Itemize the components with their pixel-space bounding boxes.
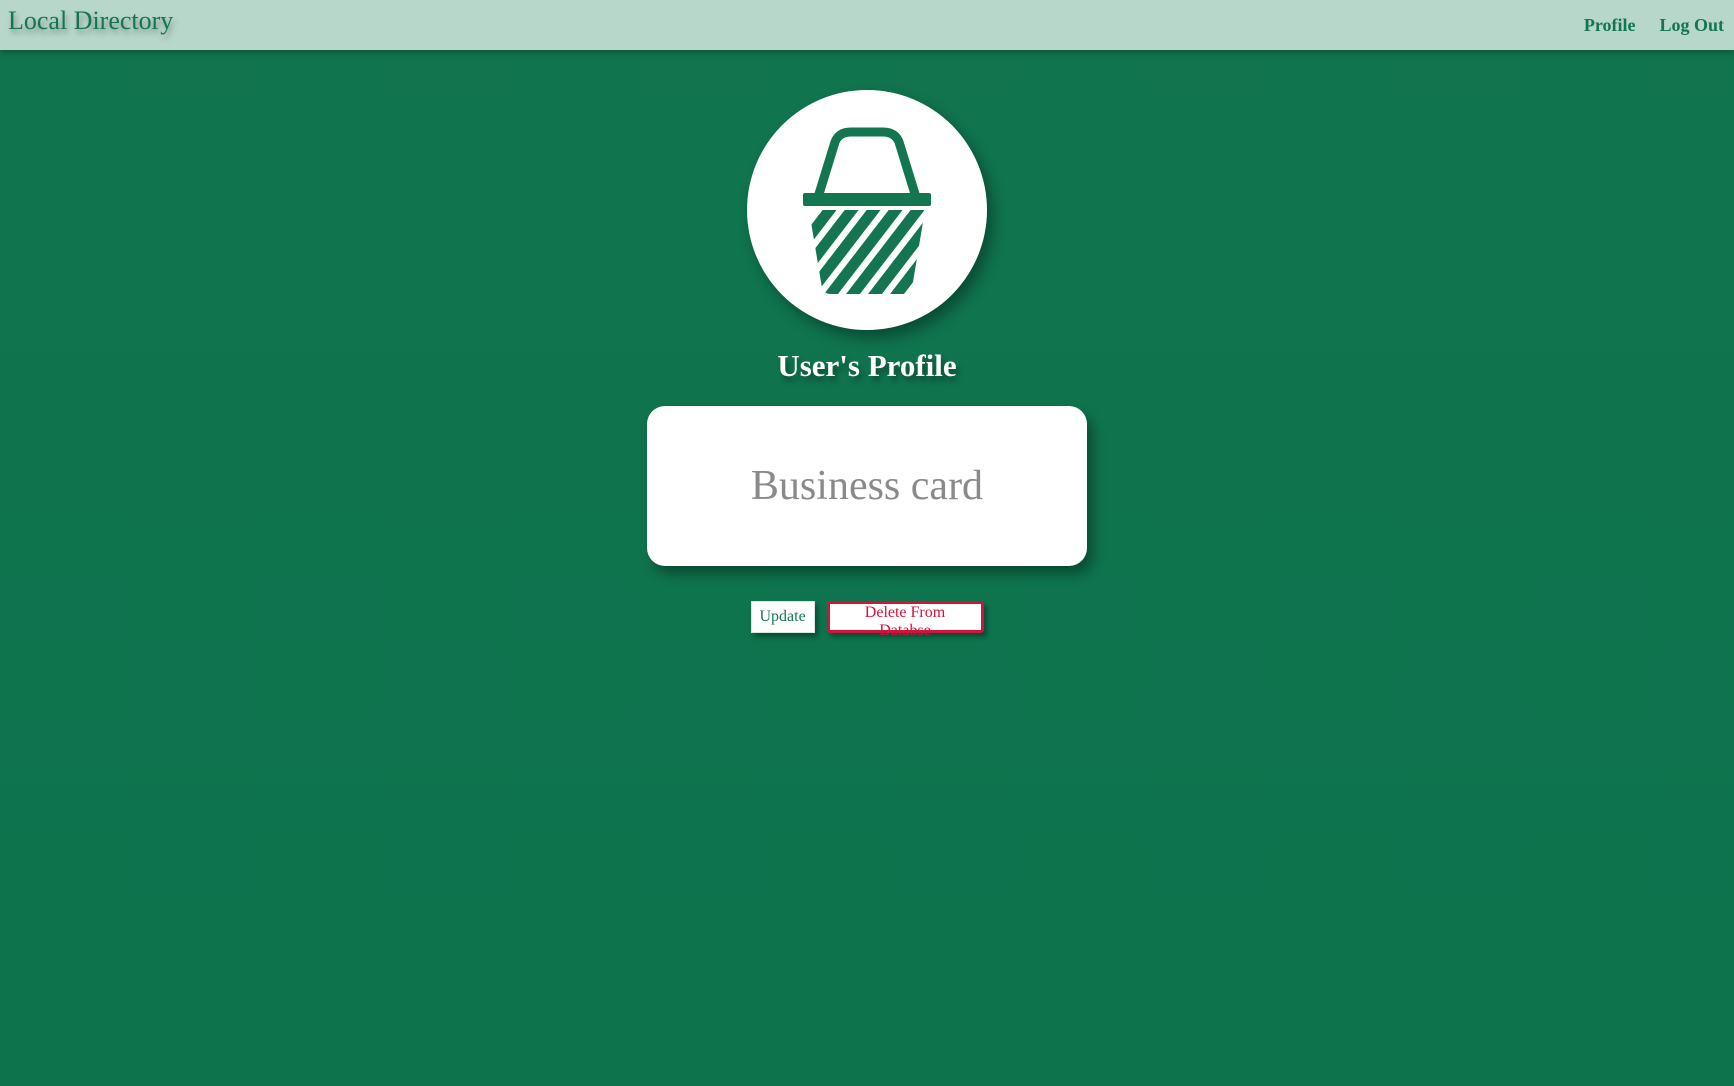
business-card-text: Business card — [750, 463, 984, 509]
nav-link-profile[interactable]: Profile — [1584, 15, 1636, 36]
basket-icon — [803, 127, 931, 294]
brand-link[interactable]: Local Directory — [8, 6, 173, 36]
business-card: Business card — [647, 406, 1087, 566]
avatar — [747, 90, 987, 330]
update-button[interactable]: Update — [750, 601, 815, 633]
top-navbar: Local Directory Profile Log Out — [0, 0, 1734, 50]
delete-button[interactable]: Delete From Databse — [826, 601, 984, 639]
page-title: User's Profile — [777, 348, 957, 383]
nav-links: Profile Log Out — [1584, 15, 1724, 36]
action-buttons: Update Delete From Databse — [0, 601, 1734, 639]
nav-link-logout[interactable]: Log Out — [1659, 15, 1724, 36]
